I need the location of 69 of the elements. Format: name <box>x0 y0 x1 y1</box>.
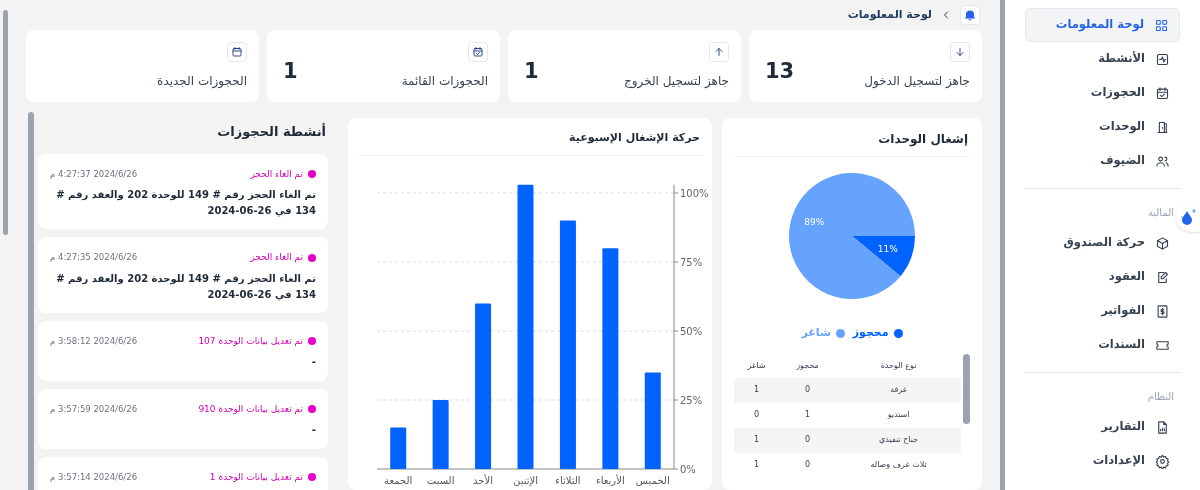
activity-title: تم تعديل بيانات الوحدة 1 <box>209 470 303 484</box>
activity-text: تم الغاء الحجز رقم # 149 للوحدة 202 والعقد رقم # 134 في 26-06-2024 <box>55 271 316 303</box>
section-heading: المالية <box>1147 206 1174 220</box>
stat-label: جاهز لتسجيل الدخول <box>864 73 970 90</box>
x-tick-label: الأحد <box>473 474 494 486</box>
stat-value: 1 <box>283 58 298 85</box>
stat-value: 13 <box>765 58 795 85</box>
activity-time: 2024/6/26 3:58:12 م <box>50 334 138 348</box>
activity-title: تم الغاء الحجز <box>250 167 303 181</box>
stat-label: الحجوزات القائمة <box>401 73 488 90</box>
breadcrumb-current[interactable]: لوحة المعلومات <box>847 6 932 24</box>
y-tick-label: 100% <box>680 187 709 199</box>
activity-title: تم تعديل بيانات الوحدة 910 <box>198 402 303 416</box>
table-cell: 0 <box>778 427 837 453</box>
sidebar-item[interactable]: الحجوزات <box>1025 76 1180 110</box>
activity-text: - <box>310 423 316 437</box>
x-tick-label: الجمعة <box>384 474 413 486</box>
sidebar-item[interactable]: الوحدات <box>1025 110 1180 144</box>
table-cell: 1 <box>778 402 837 428</box>
column-header: نوع الوحدة <box>836 353 961 378</box>
activity-title: تم تعديل بيانات الوحدة 107 <box>198 334 303 348</box>
table-cell: 1 <box>734 377 779 403</box>
panel-title: أنشطة الحجوزات <box>216 122 327 141</box>
table-cell: 0 <box>778 377 837 403</box>
table-cell: 0 <box>778 452 837 478</box>
stat-label: الحجوزات الجديدة <box>157 73 247 90</box>
sidebar-item[interactable]: الضيوف <box>1025 144 1180 178</box>
x-tick-label: السبت <box>426 474 455 486</box>
y-tick-label: 0% <box>680 463 696 475</box>
table-cell: جناح تنفيذي <box>836 427 961 453</box>
table-cell: 0 <box>734 402 779 428</box>
x-tick-label: الثلاثاء <box>555 474 581 486</box>
sidebar-item[interactable]: الإعدادات <box>1025 444 1180 478</box>
column-header: شاغر <box>734 353 779 378</box>
table-cell: ثلاث غرف وصاله <box>836 452 961 478</box>
card-title: إشغال الوحدات <box>734 130 970 157</box>
activity-title: تم الغاء الحجز <box>250 251 303 265</box>
sidebar-item[interactable]: حركة الصندوق <box>1025 226 1180 260</box>
table-cell: استديو <box>836 402 961 428</box>
x-tick-label: الإثنين <box>513 474 538 486</box>
table-cell: 1 <box>734 452 779 478</box>
legend-label: شاغر <box>801 325 831 341</box>
activity-time: 2024/6/26 3:57:14 م <box>50 470 138 484</box>
legend-label: محجوز <box>852 325 889 341</box>
y-tick-label: 50% <box>680 325 703 337</box>
sidebar-item[interactable]: السندات <box>1025 328 1180 362</box>
sidebar-item[interactable]: الأنشطة <box>1025 42 1180 76</box>
activity-time: 2024/6/26 4:27:35 م <box>50 251 138 265</box>
table-cell: 1 <box>734 427 779 453</box>
activity-time: 2024/6/26 4:27:37 م <box>50 167 138 181</box>
sidebar-item[interactable]: لوحة المعلومات <box>1025 8 1180 42</box>
x-tick-label: الأربعاء <box>596 474 625 486</box>
y-tick-label: 25% <box>680 394 703 406</box>
sidebar-item[interactable]: العقود <box>1025 260 1180 294</box>
activity-text: - <box>310 355 316 369</box>
y-tick-label: 75% <box>680 256 703 268</box>
sidebar-item[interactable]: الفواتير <box>1025 294 1180 328</box>
slice-label: 11% <box>877 243 898 254</box>
card-title: حركة الإشغال الإسبوعية <box>358 130 702 156</box>
table-cell: غرفة <box>836 377 961 403</box>
column-header: محجوز <box>778 353 837 378</box>
section-heading: النظام <box>1147 390 1174 404</box>
activity-time: 2024/6/26 3:57:59 م <box>50 402 138 416</box>
stat-value: 1 <box>524 58 539 85</box>
stat-label: جاهز لتسجيل الخروج <box>624 73 729 90</box>
x-tick-label: الخميس <box>635 474 670 486</box>
activity-text: تم الغاء الحجز رقم # 149 للوحدة 202 والعقد رقم # 134 في 26-06-2024 <box>55 188 316 219</box>
sidebar-item[interactable]: التقارير <box>1025 410 1180 444</box>
slice-label: 89% <box>804 217 825 228</box>
